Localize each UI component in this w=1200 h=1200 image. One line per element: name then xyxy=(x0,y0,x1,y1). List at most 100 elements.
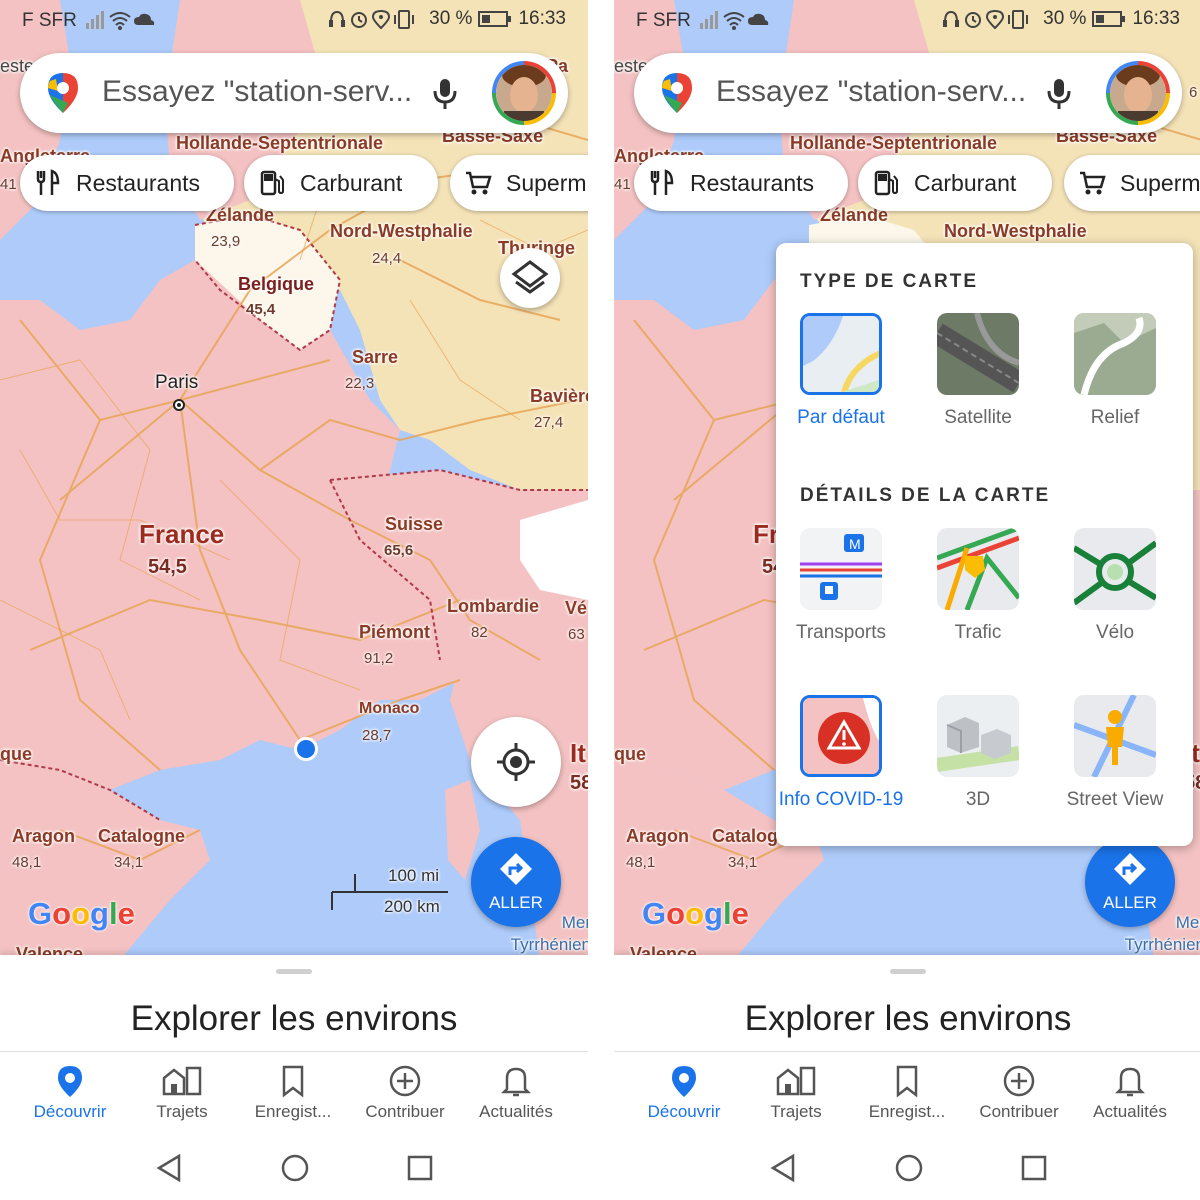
detail-trafic-label: Trafic xyxy=(954,622,1002,643)
map-label-suisse-num: 65,6 xyxy=(384,542,414,559)
map-type-satellite[interactable]: Satellite xyxy=(913,313,1043,429)
cart-icon xyxy=(1080,171,1106,195)
avatar-photo xyxy=(496,65,552,121)
nav-trajets[interactable]: Trajets xyxy=(127,1064,237,1122)
nav-trajets[interactable]: Trajets xyxy=(741,1064,851,1122)
detail-street-view-label: Street View xyxy=(1066,789,1164,810)
chip-supermarket[interactable]: Superm xyxy=(450,155,588,211)
recents-icon[interactable] xyxy=(1020,1153,1048,1183)
chip-supermarket-label: Superm xyxy=(1120,169,1200,196)
avatar[interactable] xyxy=(1106,61,1170,125)
chip-fuel[interactable]: Carburant xyxy=(244,155,438,211)
map-label-que: que xyxy=(614,744,647,764)
transit-thumb-icon: M xyxy=(800,528,882,610)
search-input[interactable]: Essayez "station-serv... xyxy=(716,75,1026,109)
nav-actualites[interactable]: Actualités xyxy=(1075,1064,1185,1122)
mic-icon[interactable] xyxy=(1046,77,1072,111)
map-label-italie-num: 58 xyxy=(570,772,588,794)
chip-fuel[interactable]: Carburant xyxy=(858,155,1052,211)
back-icon[interactable] xyxy=(155,1153,183,1183)
avatar-photo xyxy=(1110,65,1166,121)
chip-restaurants[interactable]: Restaurants xyxy=(634,155,848,211)
detail-3d[interactable]: 3D xyxy=(913,695,1043,811)
sheet-handle[interactable] xyxy=(890,969,926,974)
search-bar[interactable]: Essayez "station-serv... xyxy=(20,53,568,133)
explore-sheet[interactable]: Explorer les environs Découvrir Trajets … xyxy=(0,955,588,1200)
carrier-label: F SFR xyxy=(22,10,77,31)
nav-enregistres[interactable]: Enregist... xyxy=(238,1064,348,1122)
go-button[interactable]: ALLER xyxy=(1085,837,1175,927)
battery-percent: 30 % xyxy=(1043,8,1087,29)
map-label-aragon-num: 48,1 xyxy=(626,854,656,871)
detail-covid[interactable]: Info COVID-19 xyxy=(776,695,906,811)
city-dot-icon xyxy=(173,399,185,411)
map-label-zelande-num: 23,9 xyxy=(211,233,241,250)
add-circle-icon xyxy=(389,1065,421,1097)
nav-actualites[interactable]: Actualités xyxy=(461,1064,571,1122)
bookmark-icon xyxy=(896,1065,918,1098)
layers-icon xyxy=(511,260,549,294)
map-label-belgique: Belgique xyxy=(238,274,315,294)
map-label-aragon: Aragon xyxy=(12,826,75,846)
map-label-41: 41 xyxy=(614,176,631,193)
search-bar[interactable]: Essayez "station-serv... xyxy=(634,53,1182,133)
map-label-6: 6 xyxy=(1189,84,1198,101)
home-icon[interactable] xyxy=(894,1153,924,1183)
google-logo: Google xyxy=(642,896,749,931)
back-icon[interactable] xyxy=(769,1153,797,1183)
chip-supermarket[interactable]: Superm xyxy=(1064,155,1200,211)
avatar[interactable] xyxy=(492,61,556,125)
carrier-label: F SFR xyxy=(636,10,691,31)
cart-icon xyxy=(466,171,492,195)
nav-contribuer[interactable]: Contribuer xyxy=(350,1064,460,1122)
detail-velo[interactable]: Vélo xyxy=(1050,528,1180,644)
go-button[interactable]: ALLER xyxy=(471,837,561,927)
mic-icon[interactable] xyxy=(432,77,458,111)
default-map-thumb-icon xyxy=(803,316,879,392)
map-type-satellite-label: Satellite xyxy=(944,407,1012,428)
nav-decouvrir[interactable]: Découvrir xyxy=(15,1064,125,1122)
signal-wifi-icon xyxy=(86,11,155,30)
recents-icon[interactable] xyxy=(406,1153,434,1183)
layers-button[interactable] xyxy=(500,248,560,308)
explore-sheet[interactable]: Explorer les environs Découvrir Trajets … xyxy=(614,955,1200,1200)
map-label-hollande: Hollande-Septentrionale xyxy=(176,133,384,153)
map-type-relief[interactable]: Relief xyxy=(1050,313,1180,429)
map-label-41: 41 xyxy=(0,176,17,193)
chip-fuel-label: Carburant xyxy=(914,169,1017,196)
map-label-aragon-num: 48,1 xyxy=(12,854,42,871)
map-label-catalogne-num: 34,1 xyxy=(114,854,144,871)
map-label-hollande: Hollande-Septentrionale xyxy=(790,133,998,153)
search-input[interactable]: Essayez "station-serv... xyxy=(102,75,412,109)
status-bar: F SFR 30 % 16:33 xyxy=(0,0,588,40)
nav-decouvrir[interactable]: Découvrir xyxy=(629,1064,739,1122)
map-label-lombardie-num: 82 xyxy=(471,624,488,641)
bottom-nav: Découvrir Trajets Enregist... Contribuer… xyxy=(0,1051,588,1139)
map-type-default[interactable]: Par défaut xyxy=(776,313,906,429)
go-label: ALLER xyxy=(489,893,543,912)
detail-covid-label: Info COVID-19 xyxy=(778,789,904,810)
detail-trafic[interactable]: Trafic xyxy=(913,528,1043,644)
system-nav-bar xyxy=(614,1139,1200,1200)
detail-street-view[interactable]: Street View xyxy=(1050,695,1180,811)
detail-transports[interactable]: M Transports xyxy=(776,528,906,644)
phone-screen-map: este -Pa Hollande-Septentrionale Basse-S… xyxy=(0,0,588,1200)
map-label-piemont: Piémont xyxy=(359,622,431,642)
nav-contribuer[interactable]: Contribuer xyxy=(964,1064,1074,1122)
status-icons xyxy=(943,9,1029,30)
fuel-icon xyxy=(260,170,284,196)
home-icon[interactable] xyxy=(280,1153,310,1183)
chip-restaurants[interactable]: Restaurants xyxy=(20,155,234,211)
map-label-nord-westphalie: Nord-Westphalie xyxy=(944,221,1087,241)
nav-enregistres-label: Enregist... xyxy=(254,1102,332,1121)
my-location-button[interactable] xyxy=(471,717,561,807)
chip-fuel-label: Carburant xyxy=(300,169,403,196)
sheet-handle[interactable] xyxy=(276,969,312,974)
directions-icon xyxy=(1114,853,1146,885)
map-view[interactable]: este -Pa Hollande-Septentrionale Basse-S… xyxy=(0,0,588,960)
nav-enregistres[interactable]: Enregist... xyxy=(852,1064,962,1122)
street-view-thumb-icon xyxy=(1074,695,1156,777)
google-logo: Google xyxy=(28,896,135,931)
map-label-venetie-num: 63 xyxy=(568,626,585,643)
sheet-title: Explorer les environs xyxy=(130,999,458,1038)
